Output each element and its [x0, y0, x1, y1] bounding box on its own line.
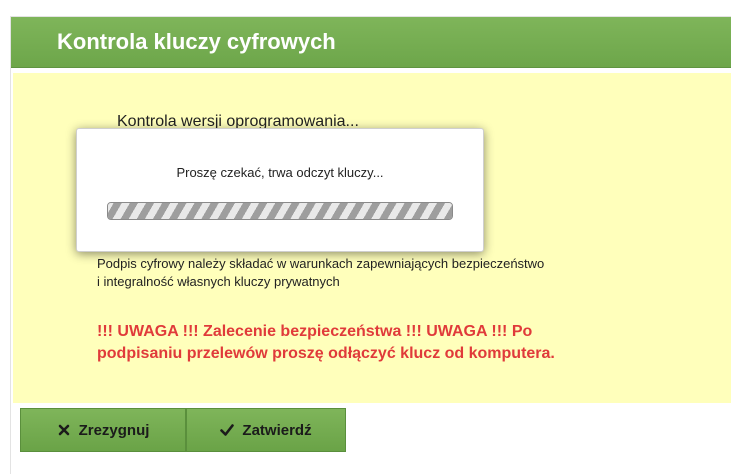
- security-warning-line-2: podpisaniu przelewów proszę odłączyć klu…: [97, 345, 555, 362]
- security-info-text: Podpis cyfrowy należy składać w warunkac…: [97, 255, 717, 291]
- loading-modal: Proszę czekać, trwa odczyt kluczy...: [76, 128, 484, 252]
- cancel-button[interactable]: Zrezygnuj: [20, 408, 186, 452]
- confirm-button[interactable]: Zatwierdź: [186, 408, 346, 452]
- dialog-title-bar: Kontrola kluczy cyfrowych: [11, 17, 731, 68]
- close-icon: [58, 424, 69, 436]
- security-info-line-1: Podpis cyfrowy należy składać w warunkac…: [97, 256, 545, 271]
- loading-message: Proszę czekać, trwa odczyt kluczy...: [176, 165, 384, 180]
- check-icon: [220, 424, 235, 436]
- progress-bar-fill: [108, 203, 452, 219]
- cancel-button-label: Zrezygnuj: [78, 421, 150, 439]
- progress-bar: [107, 202, 453, 220]
- security-warning: !!! UWAGA !!! Zalecenie bezpieczeństwa !…: [97, 321, 697, 365]
- confirm-button-label: Zatwierdź: [242, 421, 312, 439]
- dialog-title: Kontrola kluczy cyfrowych: [57, 29, 336, 54]
- security-warning-line-1: !!! UWAGA !!! Zalecenie bezpieczeństwa !…: [97, 323, 533, 340]
- security-info-line-2: i integralność własnych kluczy prywatnyc…: [97, 274, 340, 289]
